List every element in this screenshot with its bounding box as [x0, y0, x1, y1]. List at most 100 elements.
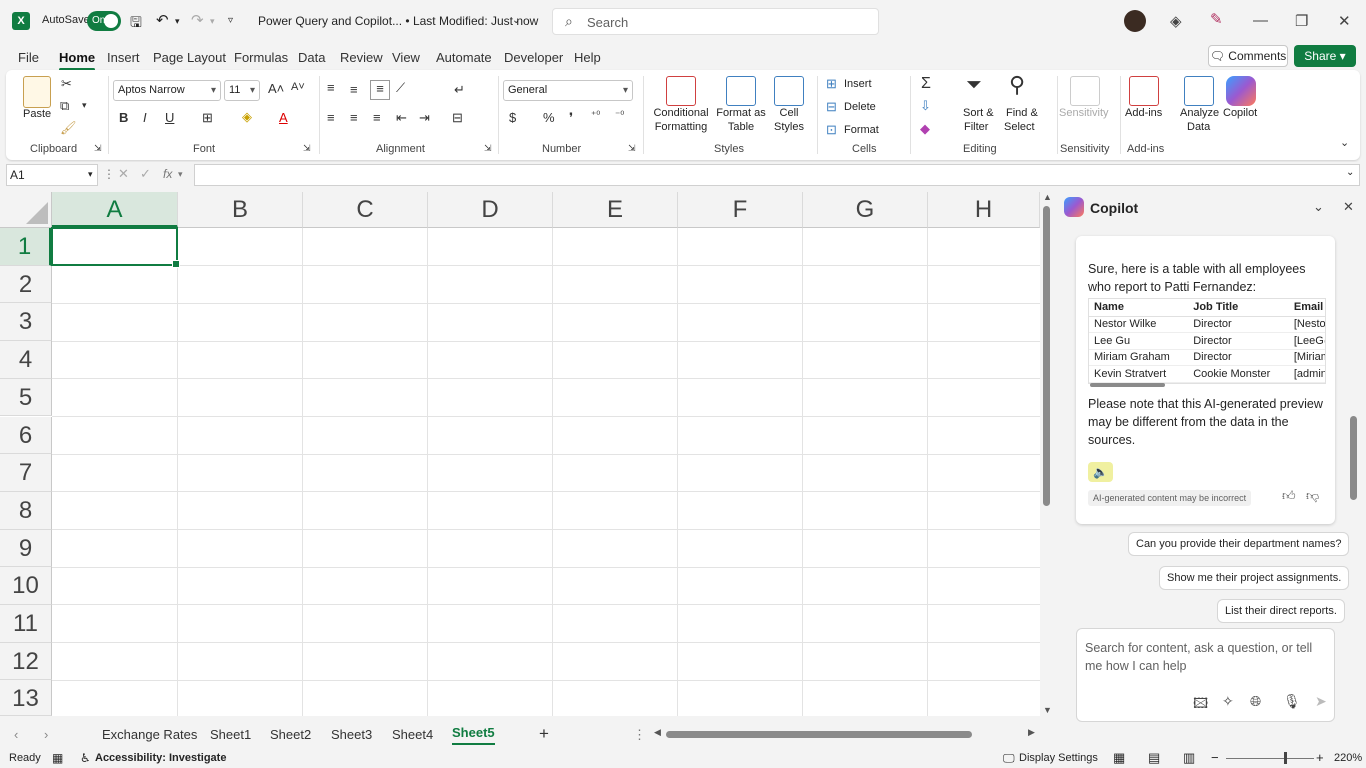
bold-icon[interactable]: B	[119, 110, 128, 125]
align-bottom-icon[interactable]: ≡	[370, 80, 390, 100]
thumbs-down-icon[interactable]: 👎︎	[1306, 488, 1319, 504]
enter-icon[interactable]: ✓	[140, 166, 151, 182]
horizontal-scrollbar[interactable]: ◀ ▶	[654, 727, 1038, 741]
minimize-button[interactable]: —	[1253, 12, 1268, 29]
formula-input[interactable]	[194, 164, 1360, 186]
diamond-icon[interactable]: ◈	[1170, 12, 1182, 30]
menu-formulas[interactable]: Formulas	[234, 50, 288, 65]
redo-icon[interactable]: ↷	[191, 11, 204, 29]
cancel-icon[interactable]: ✕	[118, 166, 129, 182]
italic-icon[interactable]: I	[143, 110, 147, 125]
find-select-icon[interactable]: ⚲	[1009, 72, 1025, 98]
row-header[interactable]: 13	[0, 680, 52, 716]
vertical-scrollbar[interactable]: ▲ ▼	[1040, 192, 1054, 718]
font-size-select[interactable]: 11	[224, 80, 260, 101]
sheet-tab-exchange-rates[interactable]: Exchange Rates	[102, 727, 197, 742]
suggestion-project-assignments[interactable]: Show me their project assignments.	[1159, 566, 1350, 590]
number-format-select[interactable]: General	[503, 80, 633, 101]
add-sheet-button[interactable]: +	[539, 724, 549, 744]
fx-icon[interactable]: fx	[163, 167, 172, 181]
menu-data[interactable]: Data	[298, 50, 325, 65]
column-header[interactable]: E	[553, 192, 678, 228]
percent-icon[interactable]: %	[543, 110, 555, 125]
prompts-icon[interactable]: ✧	[1222, 693, 1234, 710]
delete-cells-label[interactable]: Delete	[844, 101, 876, 113]
active-cell[interactable]	[51, 227, 180, 268]
scroll-up-icon[interactable]: ▲	[1043, 192, 1052, 202]
display-settings-button[interactable]: Display Settings	[1019, 752, 1098, 764]
name-box-dropdown-icon[interactable]: ▾	[88, 169, 93, 180]
decrease-indent-icon[interactable]: ⇤	[396, 110, 407, 126]
tab-scroll-left-icon[interactable]: ‹	[14, 727, 18, 742]
document-title[interactable]: Power Query and Copilot... • Last Modifi…	[258, 14, 538, 28]
decrease-decimal-icon[interactable]: ⁻⁰	[615, 110, 624, 121]
menu-file[interactable]: File	[18, 50, 39, 65]
more-options-icon[interactable]: ⋮	[103, 167, 115, 181]
normal-view-icon[interactable]: ▦	[1113, 750, 1125, 766]
response-table[interactable]: Name Job Title Email Address Nestor Wilk…	[1088, 298, 1326, 384]
add-ins-icon[interactable]	[1129, 76, 1159, 106]
scroll-left-icon[interactable]: ◀	[654, 727, 661, 738]
currency-icon[interactable]: $	[509, 110, 516, 125]
avatar[interactable]	[1124, 10, 1146, 32]
accessibility-icon[interactable]: ♿︎	[80, 751, 91, 765]
find-select-label-1[interactable]: Find &	[1006, 107, 1038, 119]
row-header[interactable]: 7	[0, 454, 52, 492]
image-attach-icon[interactable]: 🖾	[1193, 693, 1208, 717]
copilot-scroll-thumb[interactable]	[1350, 416, 1357, 500]
tab-scroll-right-icon[interactable]: ›	[44, 727, 48, 742]
accessibility-status[interactable]: Accessibility: Investigate	[95, 752, 226, 764]
scroll-down-icon[interactable]: ▼	[1043, 705, 1052, 715]
cell-styles-label-1[interactable]: Cell	[766, 107, 812, 119]
collapse-ribbon-icon[interactable]: ⌄	[1340, 136, 1349, 149]
format-as-table-icon[interactable]	[726, 76, 756, 106]
save-icon[interactable]: 🖫	[130, 12, 142, 36]
clear-icon[interactable]: ◆	[920, 121, 930, 137]
insert-cells-icon[interactable]: ⊞	[826, 76, 837, 92]
insert-cells-label[interactable]: Insert	[844, 78, 872, 90]
sheet-tab-sheet1[interactable]: Sheet1	[210, 727, 251, 742]
align-top-icon[interactable]: ≡	[327, 80, 335, 95]
copilot-input[interactable]: Search for content, ask a question, or t…	[1076, 628, 1335, 722]
copy-icon[interactable]: ⧉	[60, 98, 69, 114]
format-as-table-label-2[interactable]: Table	[711, 121, 771, 133]
menu-view[interactable]: View	[392, 50, 420, 65]
more-sheets-icon[interactable]: ⋮	[633, 727, 646, 743]
spreadsheet-grid[interactable]: A B C D E F G H 1 2 3 4 5 6 7 8 9 10 11 …	[0, 192, 1040, 716]
sheet-tab-sheet3[interactable]: Sheet3	[331, 727, 372, 742]
row-header[interactable]: 8	[0, 491, 52, 530]
autosave-toggle[interactable]: On	[87, 11, 121, 31]
row-header[interactable]: 11	[0, 605, 52, 643]
fill-color-icon[interactable]: ◈	[242, 109, 252, 125]
row-header[interactable]: 5	[0, 378, 52, 417]
zoom-slider-thumb[interactable]	[1284, 752, 1287, 764]
align-left-icon[interactable]: ≡	[327, 110, 335, 125]
vertical-scroll-thumb[interactable]	[1043, 206, 1050, 506]
font-name-select[interactable]: Aptos Narrow	[113, 80, 221, 101]
send-icon[interactable]: ➤	[1315, 693, 1327, 710]
close-button[interactable]: ✕	[1338, 12, 1351, 30]
paste-button-label[interactable]: Paste	[23, 108, 51, 120]
copy-dropdown-icon[interactable]: ▾	[82, 100, 87, 111]
comments-button[interactable]: 🗨 Comments	[1208, 45, 1288, 67]
menu-review[interactable]: Review	[340, 50, 383, 65]
title-chevron-down-icon[interactable]: ⌄	[512, 15, 520, 26]
format-painter-icon[interactable]: 🖌	[60, 120, 77, 136]
sheet-tab-sheet2[interactable]: Sheet2	[270, 727, 311, 742]
row-header[interactable]: 12	[0, 642, 52, 681]
row-header[interactable]: 6	[0, 416, 52, 455]
font-launcher-icon[interactable]: ⇲	[303, 143, 311, 154]
number-launcher-icon[interactable]: ⇲	[628, 143, 636, 154]
decrease-font-icon[interactable]: A˅	[291, 81, 305, 93]
select-all-corner[interactable]	[0, 192, 52, 228]
sheet-tab-sheet4[interactable]: Sheet4	[392, 727, 433, 742]
row-header[interactable]: 4	[0, 341, 52, 379]
find-select-label-2[interactable]: Select	[1004, 121, 1035, 133]
align-middle-icon[interactable]: ≡	[350, 82, 358, 97]
conditional-formatting-icon[interactable]	[666, 76, 696, 106]
undo-icon[interactable]: ↶	[156, 11, 169, 29]
column-header[interactable]: D	[428, 192, 553, 228]
increase-indent-icon[interactable]: ⇥	[419, 110, 430, 126]
analyze-data-label-1[interactable]: Analyze	[1180, 107, 1219, 119]
increase-font-icon[interactable]: A˄	[268, 81, 284, 96]
